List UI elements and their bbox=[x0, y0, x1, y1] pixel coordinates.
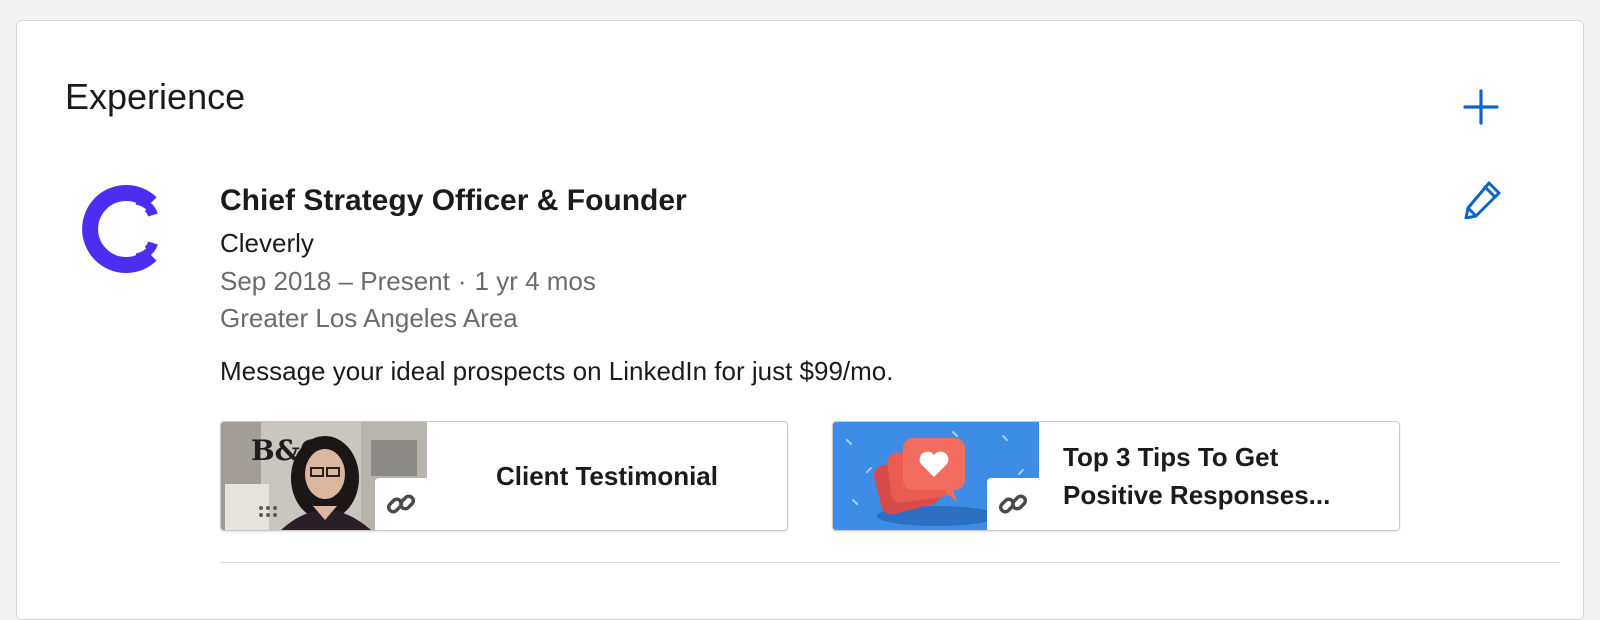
cleverly-logo bbox=[82, 185, 158, 273]
media-thumbnail: B&CO bbox=[221, 422, 427, 530]
section-title: Experience bbox=[65, 76, 246, 117]
media-item-top-3-tips[interactable]: Top 3 Tips To Get Positive Responses... bbox=[832, 421, 1400, 531]
link-badge bbox=[375, 478, 427, 530]
date-range: Sep 2018 – Present bbox=[220, 266, 450, 296]
media-thumbnail bbox=[833, 422, 1039, 530]
divider bbox=[220, 562, 1560, 563]
company-logo[interactable] bbox=[73, 181, 169, 277]
media-item-client-testimonial[interactable]: B&CO Client Testimonial bbox=[220, 421, 788, 531]
media-title: Client Testimonial bbox=[496, 461, 718, 491]
employment-dates: Sep 2018 – Present · 1 yr 4 mos bbox=[220, 265, 596, 297]
date-separator: · bbox=[457, 266, 467, 296]
job-description: Message your ideal prospects on LinkedIn… bbox=[220, 356, 894, 386]
link-icon bbox=[998, 494, 1028, 514]
duration: 1 yr 4 mos bbox=[474, 266, 596, 296]
pencil-icon bbox=[1464, 181, 1501, 220]
link-badge bbox=[987, 478, 1039, 530]
media-title: Top 3 Tips To Get Positive Responses... bbox=[1063, 442, 1331, 510]
edit-experience-button[interactable] bbox=[1463, 179, 1503, 220]
company-name: Cleverly bbox=[220, 228, 314, 258]
link-icon bbox=[386, 494, 416, 514]
plus-icon bbox=[1463, 89, 1499, 125]
add-experience-button[interactable] bbox=[1461, 87, 1501, 127]
experience-card: Experience Chief Strategy Officer & Foun… bbox=[16, 20, 1584, 620]
job-location: Greater Los Angeles Area bbox=[220, 303, 518, 333]
job-title: Chief Strategy Officer & Founder bbox=[220, 184, 687, 217]
